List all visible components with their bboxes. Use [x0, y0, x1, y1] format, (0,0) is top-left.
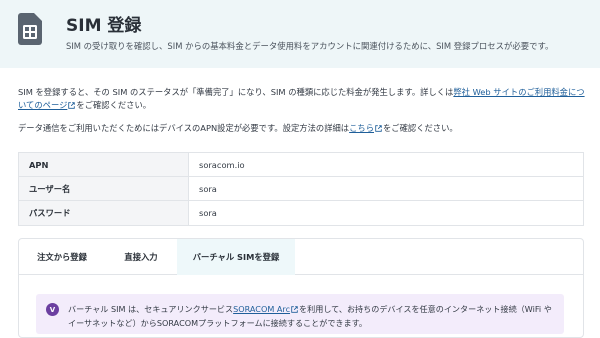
table-row: ユーザー名 sora [19, 177, 583, 201]
tab-order-registration[interactable]: 注文から登録 [19, 239, 105, 275]
tab-virtual-sim[interactable]: バーチャル SIMを登録 [177, 239, 295, 275]
sim-card-icon [14, 10, 46, 48]
arc-link-label: SORACOM Arc [233, 304, 291, 314]
apn-text-suffix: をご確認ください。 [383, 123, 458, 133]
username-key: ユーザー名 [19, 177, 189, 200]
apn-key: APN [19, 153, 189, 176]
page-header: SIM 登録 SIM の受け取りを確認し、SIM からの基本料金とデータ使用料を… [0, 0, 600, 68]
virtual-sim-notice: V バーチャル SIM は、セキュアリンクサービスSORACOM Arc を利用し… [36, 294, 564, 334]
external-link-icon [68, 101, 76, 109]
page-subtitle: SIM の受け取りを確認し、SIM からの基本料金とデータ使用料をアカウントに関… [66, 41, 554, 51]
apn-value: soracom.io [199, 159, 245, 170]
apn-text: データ通信をご利用いただくためにはデバイスのAPN設定が必要です。設定方法の詳細… [18, 123, 350, 133]
table-row: APN soracom.io [19, 153, 583, 177]
tab-direct-input[interactable]: 直接入力 [105, 239, 177, 275]
tab-bar: 注文から登録 直接入力 バーチャル SIMを登録 [19, 239, 583, 275]
apn-credentials-table: APN soracom.io ユーザー名 sora パスワード sora [18, 152, 584, 226]
external-link-icon [291, 305, 298, 313]
password-value: sora [199, 208, 217, 218]
virtual-sim-badge-icon: V [46, 303, 59, 316]
intro-paragraph-apn: データ通信をご利用いただくためにはデバイスのAPN設定が必要です。設定方法の詳細… [18, 122, 458, 135]
soracom-arc-link[interactable]: SORACOM Arc [233, 304, 299, 314]
intro-text-suffix: をご確認ください。 [76, 100, 152, 110]
notice-text-prefix: バーチャル SIM は、セキュアリンクサービス [68, 304, 234, 314]
page-title: SIM 登録 [66, 16, 142, 36]
external-link-icon [375, 124, 382, 132]
password-key: パスワード [19, 201, 189, 225]
apn-settings-link[interactable]: こちら [349, 123, 383, 133]
username-value: sora [199, 183, 217, 194]
intro-paragraph-pricing: SIM を登録すると、その SIM のステータスが「準備完了」になり、SIM の… [18, 86, 586, 112]
notice-text: バーチャル SIM は、セキュアリンクサービスSORACOM Arc を利用して、… [68, 302, 558, 330]
table-row: パスワード sora [19, 201, 583, 225]
intro-text: SIM を登録すると、その SIM のステータスが「準備完了」になり、SIM の… [18, 87, 454, 97]
apn-link-label: こちら [349, 123, 374, 133]
